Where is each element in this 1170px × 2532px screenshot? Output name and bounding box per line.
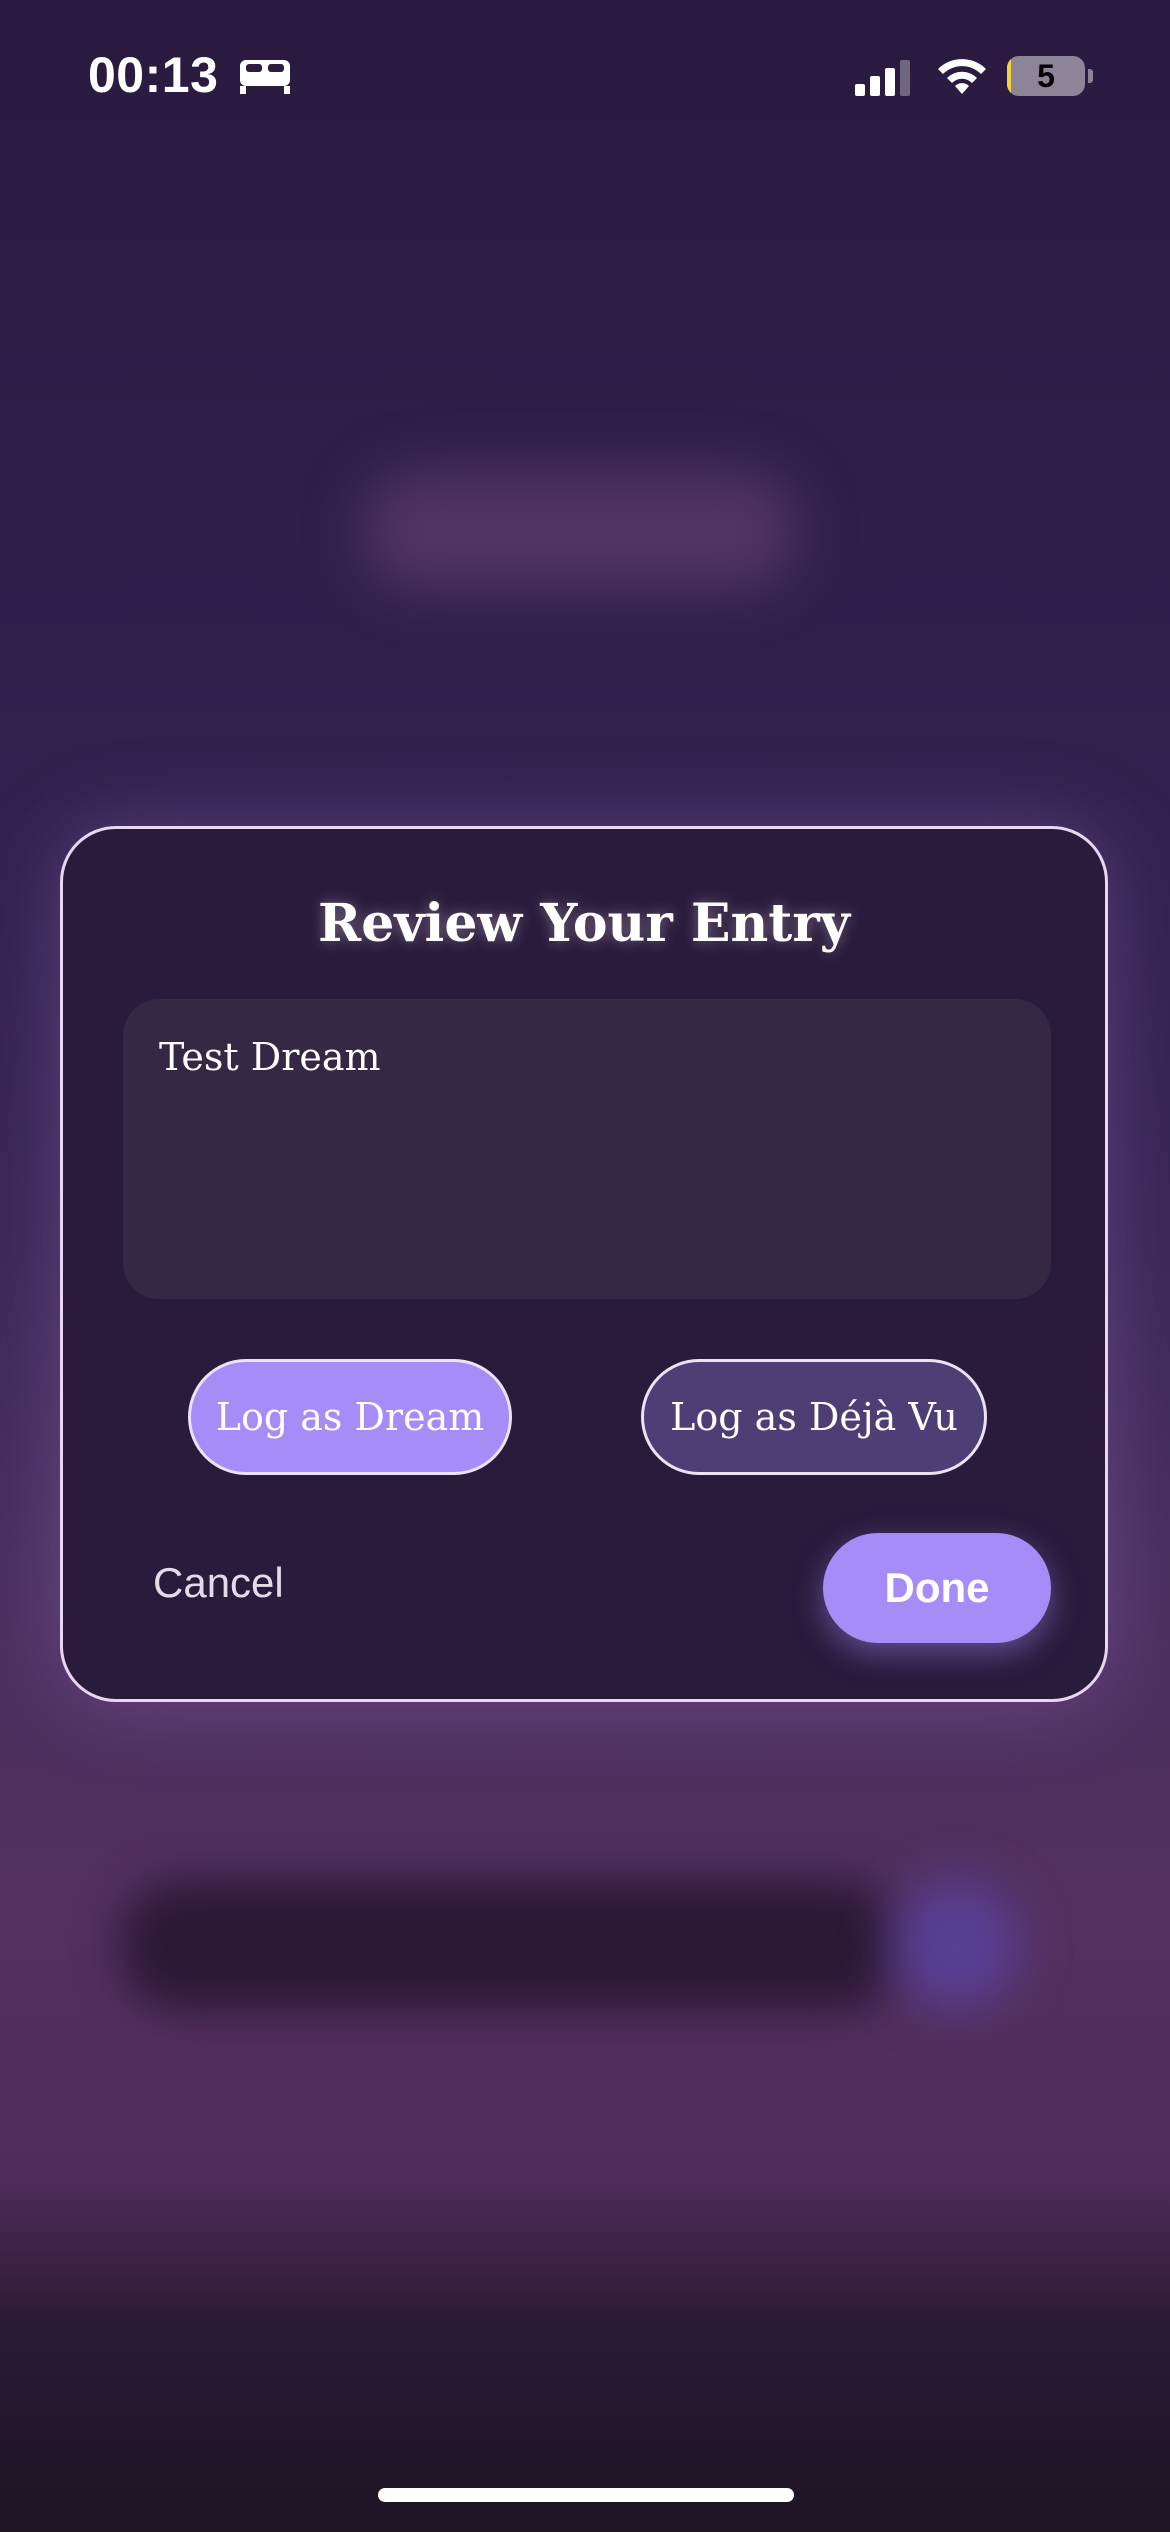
dialog-title: Review Your Entry xyxy=(318,893,850,954)
log-as-dream-button[interactable]: Log as Dream xyxy=(188,1359,512,1475)
blurred-background-input-bar xyxy=(120,1880,900,2010)
status-bar: 00:13 5 xyxy=(0,0,1170,150)
battery-nub xyxy=(1088,69,1093,83)
cellular-signal-icon xyxy=(855,60,910,96)
entry-text-field[interactable]: Test Dream xyxy=(123,999,1051,1299)
blurred-background-action-button xyxy=(890,1880,1020,2010)
blurred-background-header xyxy=(360,470,800,590)
home-indicator[interactable] xyxy=(378,2488,794,2502)
sleep-bed-icon xyxy=(240,60,290,94)
battery-level-text: 5 xyxy=(1037,58,1055,94)
log-as-deja-vu-button[interactable]: Log as Déjà Vu xyxy=(641,1359,987,1475)
cancel-button[interactable]: Cancel xyxy=(153,1559,284,1607)
review-entry-dialog: Review Your Entry Test Dream Log as Drea… xyxy=(60,826,1108,1702)
wifi-icon xyxy=(938,59,986,94)
battery-icon: 5 xyxy=(1007,56,1085,96)
done-button[interactable]: Done xyxy=(823,1533,1051,1643)
status-time: 00:13 xyxy=(88,47,219,103)
